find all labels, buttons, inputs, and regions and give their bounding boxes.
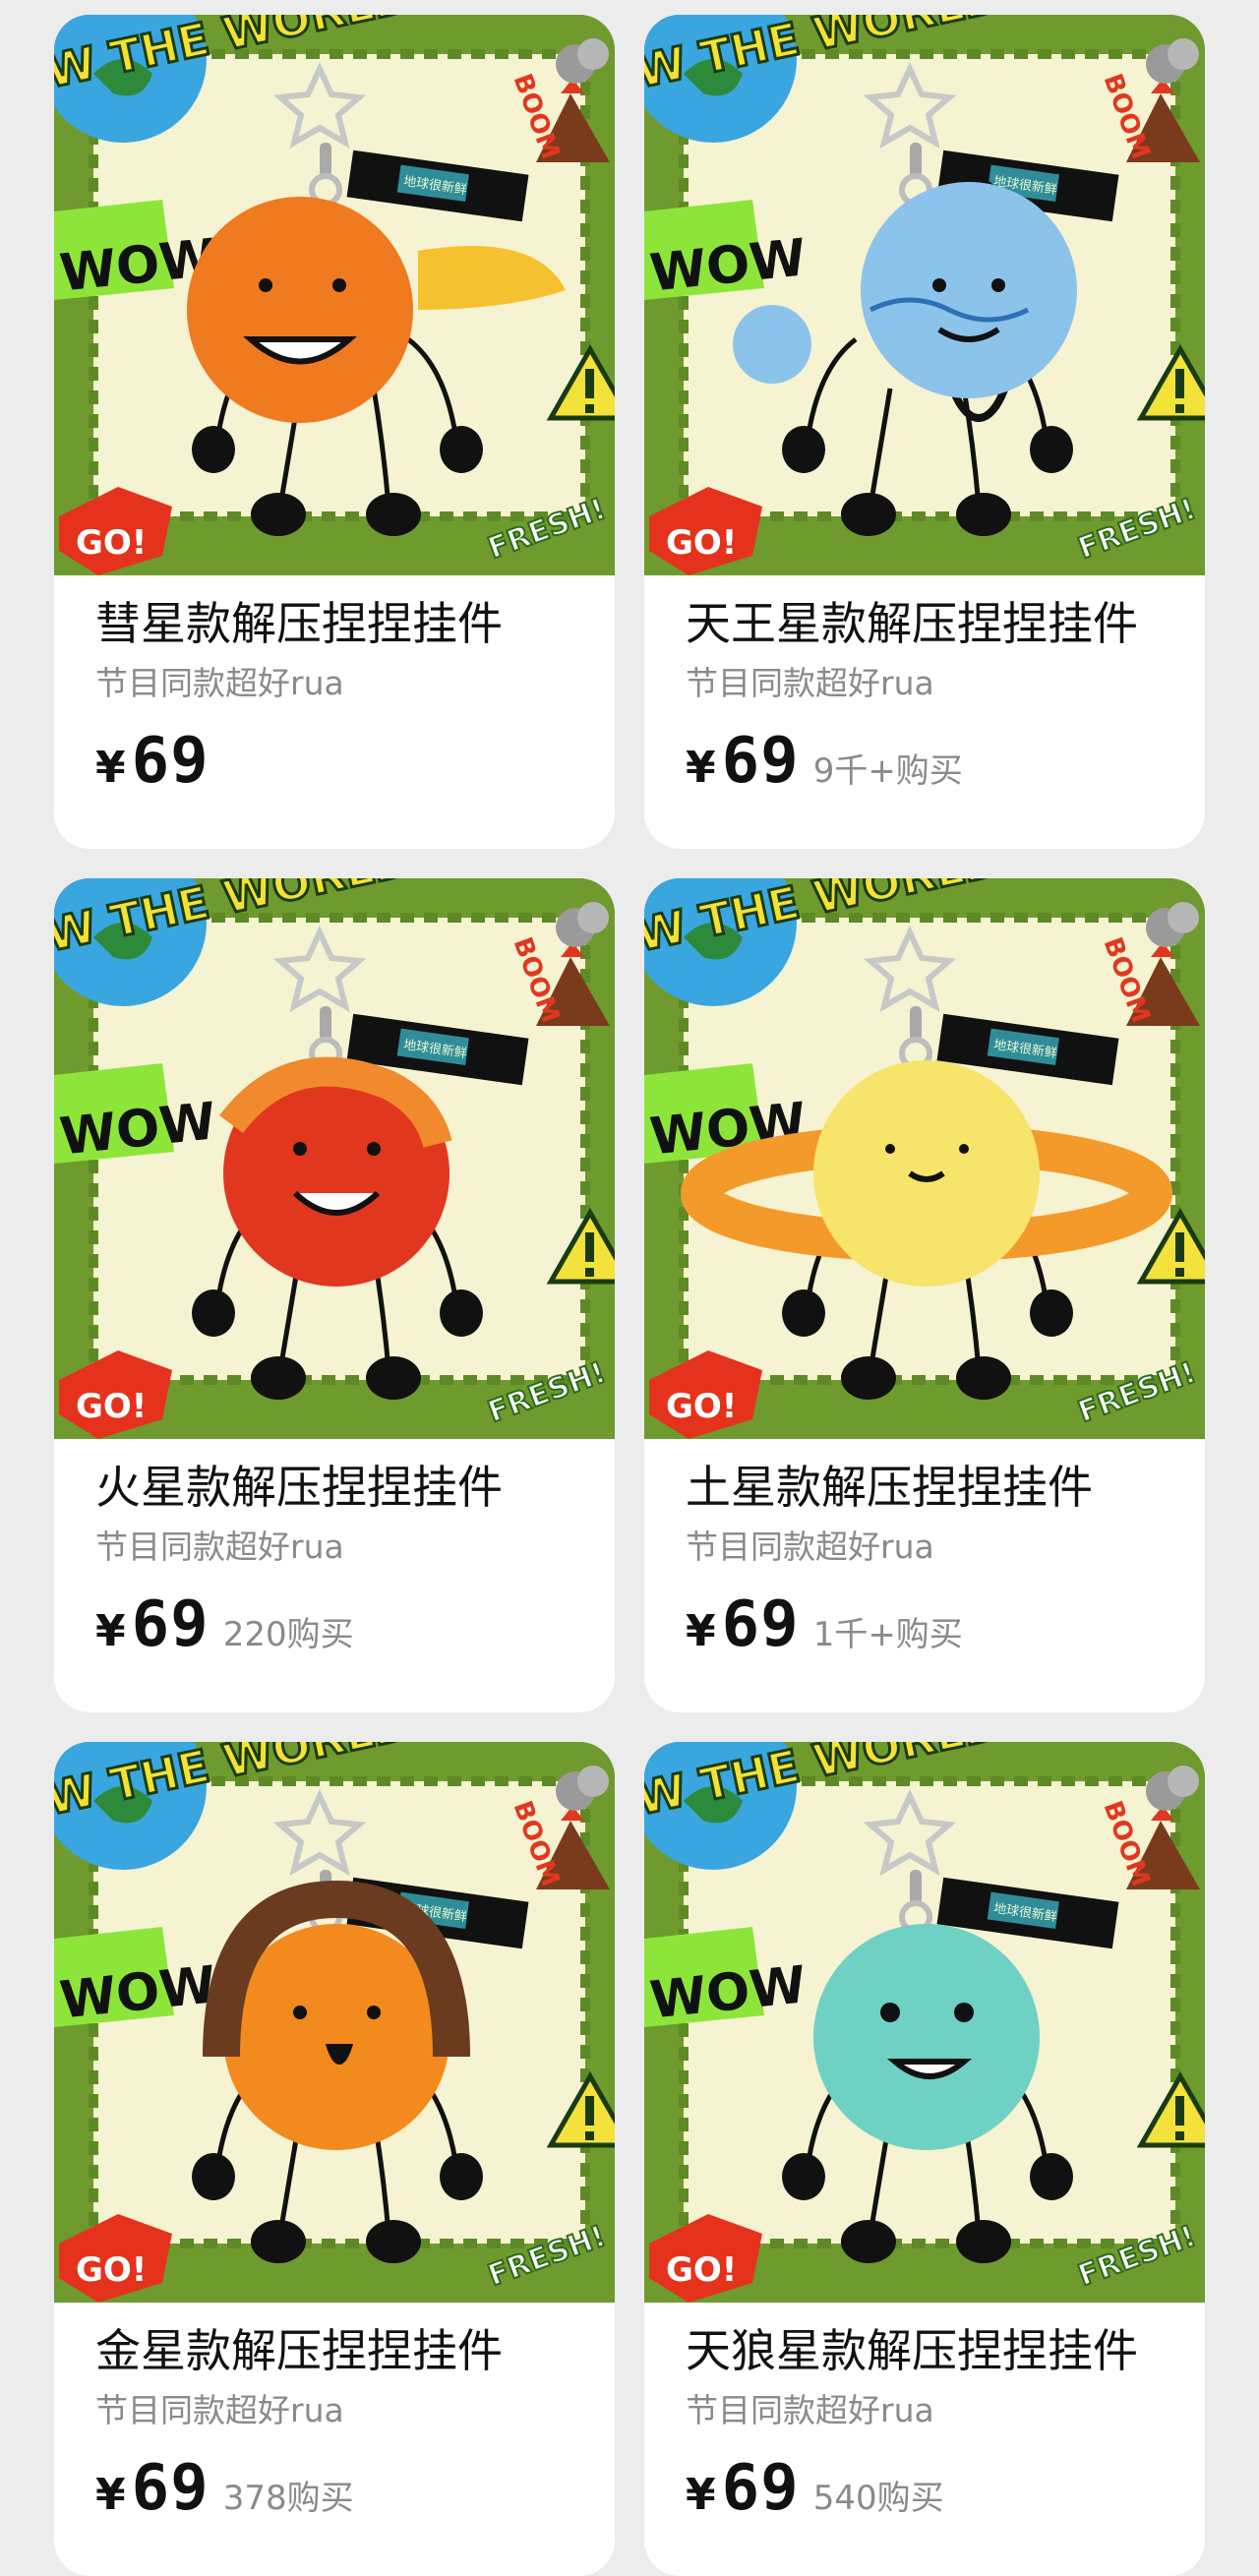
svg-text:GO!: GO! xyxy=(76,523,147,563)
sold-count: 9千+购买 xyxy=(812,751,963,791)
product-card-sirius[interactable]: W THE WORLD BOOM WOW GO! FRESH! 地球很新鲜 天狼… xyxy=(644,1742,1205,2576)
currency-symbol: ¥ xyxy=(686,743,716,793)
product-subtitle: 节目同款超好rua xyxy=(95,1528,344,1566)
price-value: 69 xyxy=(131,2452,210,2525)
product-title[interactable]: 金星款解压捏捏挂件 xyxy=(95,2320,573,2381)
svg-text:GO!: GO! xyxy=(666,2250,737,2290)
price-value: 69 xyxy=(721,2452,800,2525)
product-title[interactable]: 火星款解压捏捏挂件 xyxy=(95,1457,573,1518)
product-illustration: W THE WORLD BOOM WOW GO! FRESH! 地球很新鲜 xyxy=(644,878,1205,1439)
product-image[interactable]: W THE WORLD BOOM WOW GO! FRESH! 地球很新鲜 xyxy=(54,15,615,575)
product-illustration: W THE WORLD BOOM WOW GO! FRESH! 地球很新鲜 xyxy=(644,15,1205,575)
currency-symbol: ¥ xyxy=(95,1606,126,1656)
product-illustration: W THE WORLD BOOM WOW GO! FRESH! 地球很新鲜 xyxy=(54,878,615,1439)
price-value: 69 xyxy=(131,725,210,798)
planet-plush-icon xyxy=(203,1880,470,2150)
price-row: ¥ 69 378购买 xyxy=(95,2452,573,2525)
product-image[interactable]: W THE WORLD BOOM WOW GO! FRESH! 地球很新鲜 xyxy=(54,878,615,1439)
currency-symbol: ¥ xyxy=(95,2470,126,2520)
product-title[interactable]: 彗星款解压捏捏挂件 xyxy=(95,593,573,654)
product-illustration: W THE WORLD BOOM WOW GO! FRESH! 地球很新鲜 xyxy=(54,1742,615,2303)
product-subtitle: 节目同款超好rua xyxy=(686,1528,934,1566)
product-image[interactable]: W THE WORLD BOOM WOW GO! FRESH! 地球很新鲜 xyxy=(54,1742,615,2303)
currency-symbol: ¥ xyxy=(686,1606,716,1656)
price-row: ¥ 69 9千+购买 xyxy=(686,725,1164,798)
sold-count: 378购买 xyxy=(222,2479,354,2518)
price-row: ¥ 69 220购买 xyxy=(95,1588,573,1661)
product-image[interactable]: W THE WORLD BOOM WOW GO! FRESH! 地球很新鲜 xyxy=(644,15,1205,575)
currency-symbol: ¥ xyxy=(95,743,126,793)
product-card-venus[interactable]: W THE WORLD BOOM WOW GO! FRESH! 地球很新鲜 金星… xyxy=(54,1742,615,2576)
sold-count: 1千+购买 xyxy=(812,1615,963,1654)
product-subtitle: 节目同款超好rua xyxy=(95,2391,344,2429)
sold-count: 540购买 xyxy=(812,2479,944,2518)
svg-text:GO!: GO! xyxy=(666,1387,737,1426)
svg-text:GO!: GO! xyxy=(76,1387,147,1426)
product-card-mars[interactable]: W THE WORLD BOOM WOW GO! FRESH! 地球很新鲜 火星… xyxy=(54,878,615,1712)
product-illustration: W THE WORLD BOOM WOW GO! FRESH! 地球很新鲜 xyxy=(54,15,615,575)
svg-text:GO!: GO! xyxy=(666,523,737,563)
svg-text:GO!: GO! xyxy=(76,2250,147,2290)
product-title[interactable]: 天狼星款解压捏捏挂件 xyxy=(686,2320,1164,2381)
product-card-uranus[interactable]: W THE WORLD BOOM WOW GO! FRESH! 地球很新鲜 天王… xyxy=(644,15,1205,849)
price-value: 69 xyxy=(721,725,800,798)
product-title[interactable]: 天王星款解压捏捏挂件 xyxy=(686,593,1164,654)
product-image[interactable]: W THE WORLD BOOM WOW GO! FRESH! 地球很新鲜 xyxy=(644,878,1205,1439)
currency-symbol: ¥ xyxy=(686,2470,716,2520)
product-subtitle: 节目同款超好rua xyxy=(95,664,344,702)
price-value: 69 xyxy=(131,1588,210,1661)
product-subtitle: 节目同款超好rua xyxy=(686,2391,934,2429)
planet-plush-icon xyxy=(813,1924,1040,2150)
mini-plush-icon xyxy=(733,305,811,384)
price-row: ¥ 69 540购买 xyxy=(686,2452,1164,2525)
price-value: 69 xyxy=(721,1588,800,1661)
product-image[interactable]: W THE WORLD BOOM WOW GO! FRESH! 地球很新鲜 xyxy=(644,1742,1205,2303)
product-grid: W THE WORLD BOOM WOW GO! FRESH! 地球很新鲜 彗星… xyxy=(54,15,1205,2576)
product-subtitle: 节目同款超好rua xyxy=(686,664,934,702)
planet-plush-icon xyxy=(219,1056,452,1287)
price-row: ¥ 69 xyxy=(95,725,573,798)
product-card-comet[interactable]: W THE WORLD BOOM WOW GO! FRESH! 地球很新鲜 彗星… xyxy=(54,15,615,849)
product-title[interactable]: 土星款解压捏捏挂件 xyxy=(686,1457,1164,1518)
sold-count: 220购买 xyxy=(222,1615,354,1654)
price-row: ¥ 69 1千+购买 xyxy=(686,1588,1164,1661)
product-illustration: W THE WORLD BOOM WOW GO! FRESH! 地球很新鲜 xyxy=(644,1742,1205,2303)
product-card-saturn[interactable]: W THE WORLD BOOM WOW GO! FRESH! 地球很新鲜 土星… xyxy=(644,878,1205,1712)
